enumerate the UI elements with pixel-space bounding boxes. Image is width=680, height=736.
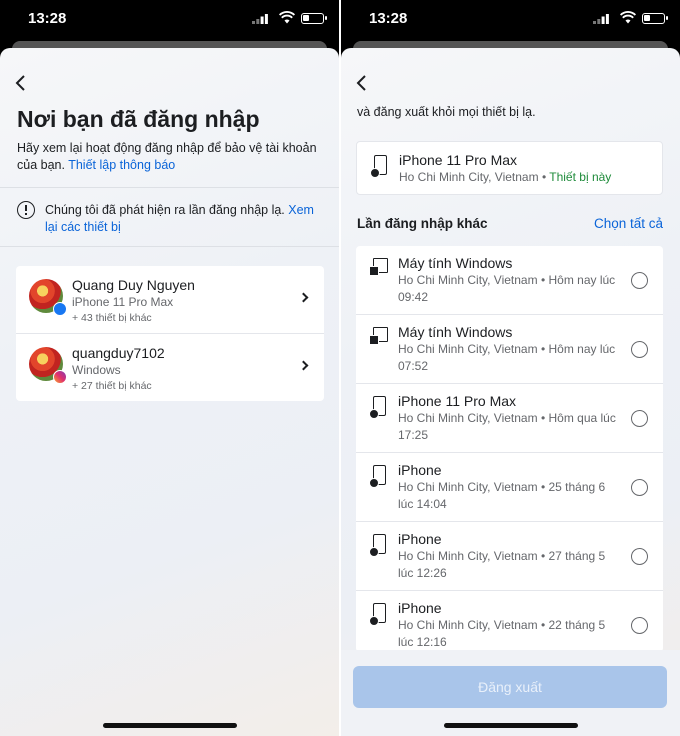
chevron-right-icon — [298, 360, 309, 371]
session-radio[interactable] — [631, 410, 648, 427]
alert-text: Chúng tôi đã phát hiện ra lần đăng nhập … — [45, 203, 285, 217]
account-more-devices: + 27 thiết bị khác — [72, 380, 152, 392]
page-description: Hãy xem lại hoạt động đăng nhập để bảo v… — [17, 140, 323, 174]
accounts-card: Quang Duy Nguyen iPhone 11 Pro Max + 43 … — [16, 266, 324, 401]
chevron-right-icon — [298, 292, 309, 303]
session-radio[interactable] — [631, 272, 648, 289]
session-device: iPhone — [398, 600, 442, 616]
iphone-icon — [370, 155, 387, 178]
facebook-icon — [53, 302, 67, 316]
battery-icon — [301, 13, 327, 24]
current-device-name: iPhone 11 Pro Max — [399, 152, 518, 168]
session-radio[interactable] — [631, 479, 648, 496]
session-radio[interactable] — [631, 341, 648, 358]
logout-button[interactable]: Đăng xuất — [353, 666, 667, 708]
session-device: iPhone 11 Pro Max — [398, 393, 517, 409]
current-device-location: Ho Chi Minh City, Vietnam • Thiết bị này — [399, 170, 611, 184]
session-location: Ho Chi Minh City, Vietnam • 22 tháng 5 l… — [398, 618, 606, 649]
location-text: Ho Chi Minh City, Vietnam — [399, 170, 539, 184]
session-row[interactable]: iPhone 11 Pro Max Ho Chi Minh City, Viet… — [356, 384, 663, 453]
wifi-icon — [279, 11, 295, 24]
account-row-facebook[interactable]: Quang Duy Nguyen iPhone 11 Pro Max + 43 … — [16, 266, 324, 333]
this-device-tag: Thiết bị này — [549, 170, 612, 184]
account-device: iPhone 11 Pro Max — [72, 295, 174, 309]
account-row-instagram[interactable]: quangduy7102 Windows + 27 thiết bị khác — [16, 333, 324, 400]
divider — [0, 246, 339, 247]
avatar — [29, 347, 67, 384]
avatar — [29, 279, 67, 316]
back-icon[interactable] — [14, 74, 28, 92]
account-more-devices: + 43 thiết bị khác — [72, 312, 152, 324]
windows-pc-icon — [369, 327, 388, 345]
status-bar: 13:28 — [0, 0, 339, 38]
left-screen: 13:28 Nơi bạn đã đăng nhập Hãy xem lại h… — [0, 0, 339, 736]
current-device-card: iPhone 11 Pro Max Ho Chi Minh City, Viet… — [356, 141, 663, 195]
windows-pc-icon — [369, 258, 388, 276]
account-device: Windows — [72, 363, 121, 377]
alert-icon — [17, 201, 35, 219]
home-indicator — [102, 723, 237, 728]
separator: • — [538, 170, 550, 184]
select-all-button[interactable]: Chọn tất cả — [594, 216, 663, 231]
signal-icon — [593, 14, 609, 24]
right-screen: 13:28 và đăng xuất khỏi mọi thiết bị lạ.… — [341, 0, 680, 736]
session-device: Máy tính Windows — [398, 255, 513, 271]
signal-icon — [252, 14, 268, 24]
session-location: Ho Chi Minh City, Vietnam • Hôm qua lúc … — [398, 411, 616, 442]
iphone-icon — [369, 603, 386, 626]
back-icon[interactable] — [355, 74, 369, 92]
session-row[interactable]: Máy tính Windows Ho Chi Minh City, Vietn… — [356, 246, 663, 315]
session-device: Máy tính Windows — [398, 324, 513, 340]
account-name: Quang Duy Nguyen — [72, 277, 195, 293]
session-device: iPhone — [398, 531, 442, 547]
session-location: Ho Chi Minh City, Vietnam • 27 tháng 5 l… — [398, 549, 606, 580]
divider — [0, 187, 339, 188]
iphone-icon — [369, 465, 386, 488]
session-row[interactable]: iPhone Ho Chi Minh City, Vietnam • 22 th… — [356, 591, 663, 652]
session-radio[interactable] — [631, 617, 648, 634]
iphone-icon — [369, 396, 386, 419]
session-row[interactable]: iPhone Ho Chi Minh City, Vietnam • 25 th… — [356, 453, 663, 522]
session-location: Ho Chi Minh City, Vietnam • Hôm nay lúc … — [398, 273, 616, 304]
battery-icon — [642, 13, 668, 24]
session-row[interactable]: iPhone Ho Chi Minh City, Vietnam • 27 th… — [356, 522, 663, 591]
session-location: Ho Chi Minh City, Vietnam • 25 tháng 6 l… — [398, 480, 606, 511]
session-row[interactable]: Máy tính Windows Ho Chi Minh City, Vietn… — [356, 315, 663, 384]
notification-settings-link[interactable]: Thiết lập thông báo — [68, 158, 175, 172]
session-list: Máy tính Windows Ho Chi Minh City, Vietn… — [356, 246, 663, 652]
status-time: 13:28 — [369, 10, 408, 27]
home-indicator — [443, 723, 578, 728]
page-title: Nơi bạn đã đăng nhập — [17, 106, 260, 132]
devices-sheet: và đăng xuất khỏi mọi thiết bị lạ. iPhon… — [341, 48, 680, 736]
session-radio[interactable] — [631, 548, 648, 565]
other-logins-heading: Lần đăng nhập khác — [357, 216, 488, 231]
session-location: Ho Chi Minh City, Vietnam • Hôm nay lúc … — [398, 342, 616, 373]
intro-text: và đăng xuất khỏi mọi thiết bị lạ. — [357, 105, 536, 119]
account-name: quangduy7102 — [72, 345, 165, 361]
instagram-icon — [53, 370, 67, 384]
login-locations-sheet: Nơi bạn đã đăng nhập Hãy xem lại hoạt độ… — [0, 48, 339, 736]
wifi-icon — [620, 11, 636, 24]
status-time: 13:28 — [28, 10, 67, 27]
status-bar: 13:28 — [341, 0, 680, 38]
session-device: iPhone — [398, 462, 442, 478]
iphone-icon — [369, 534, 386, 557]
